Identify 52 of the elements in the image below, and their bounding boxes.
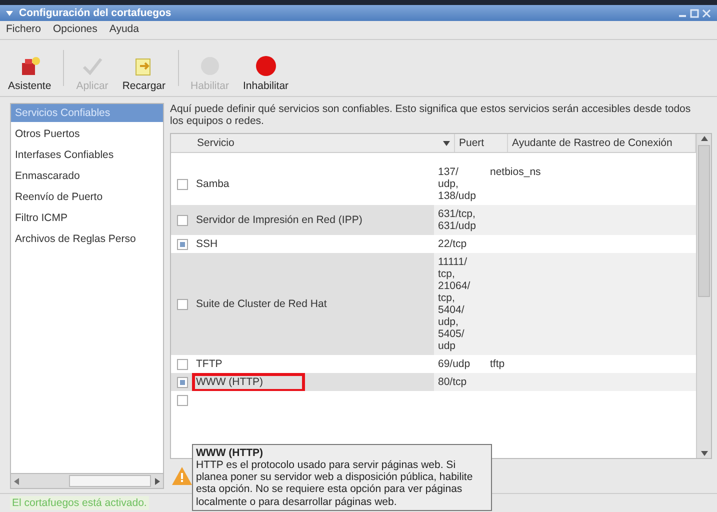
vertical-scrollbar[interactable] [696, 134, 711, 458]
scroll-left-icon[interactable] [14, 478, 19, 484]
table-cell-text: SSH [196, 238, 219, 250]
description-text: Aquí puede definir qué servicios son confiables. Esto significa que estos servicios serán accesibles desde todos los equipos o redes. [170, 103, 692, 127]
checkbox[interactable] [177, 214, 188, 226]
table-cell-text: 137/ udp, 138/udp [437, 165, 477, 204]
sidebar-item[interactable]: Interfases Confiables [11, 146, 163, 164]
toolbar-button[interactable]: Recargar [120, 55, 168, 92]
table-cell: tftp [490, 358, 505, 370]
menu-item[interactable]: Fichero [6, 23, 42, 37]
sidebar-item[interactable]: Archivos de Reglas Perso [11, 230, 163, 248]
status-text: El cortafuegos está activado. [10, 496, 149, 510]
close-icon[interactable] [702, 8, 711, 18]
table-cell-text: 80/tcp [437, 375, 468, 390]
maximize-icon[interactable] [690, 8, 699, 18]
scroll-down-icon[interactable] [700, 451, 708, 456]
table-cell-text: 11111/ tcp, 21064/ tcp, 5404/ udp, 5405/ udp [437, 255, 472, 354]
sidebar-item[interactable]: Reenvío de Puerto [11, 188, 163, 206]
menu-item[interactable]: Ayuda [109, 23, 139, 37]
checkbox[interactable] [177, 358, 188, 370]
tooltip-title: WWW (HTTP) [196, 446, 264, 459]
column-header[interactable]: Puert [455, 134, 508, 152]
table-cell-text: 631/tcp, 631/udp [437, 207, 477, 234]
sort-arrow-icon [443, 140, 450, 146]
toolbar-button[interactable]: Asistente [6, 55, 54, 92]
sidebar-item[interactable]: Filtro ICMP [11, 209, 163, 227]
checkbox[interactable] [177, 394, 188, 406]
column-header[interactable]: Servicio [171, 134, 455, 152]
toolbar-button[interactable]: Inhabilitar [241, 55, 291, 92]
stop-icon [254, 55, 277, 77]
table-cell-text: Suite de Cluster de Red Hat [196, 298, 328, 310]
table-cell-text: 69/udp [437, 357, 472, 372]
tooltip-text: HTTP es el protocolo usado para servir páginas web. Si planea poner su servidor web a disposición pública, habilite esta opción. No se requiere esta opción para ver páginas localmente o para desarrollar páginas web. [196, 458, 473, 508]
warning-icon [172, 467, 192, 485]
sidebar-item[interactable]: Otros Puertos [11, 125, 163, 143]
window-title: Configuración del cortafuegos [19, 7, 172, 19]
checkbox[interactable] [177, 376, 188, 388]
menu-item[interactable]: Opciones [53, 23, 98, 37]
table-cell-text: 22/tcp [437, 237, 468, 252]
menu-icon[interactable] [6, 10, 13, 16]
table-cell-text: Servidor de Impresión en Red (IPP) [196, 214, 364, 226]
checkbox[interactable] [177, 178, 188, 190]
horizontal-scrollbar[interactable] [11, 473, 163, 488]
checkbox[interactable] [177, 298, 188, 310]
sidebar-item[interactable]: Enmascarado [11, 167, 163, 185]
table-cell: netbios_ns [490, 166, 541, 178]
checkmark-icon [81, 55, 104, 77]
table-cell-text: TFTP [196, 358, 224, 370]
table-cell-text: Samba [196, 178, 230, 190]
checkbox[interactable] [177, 238, 188, 250]
scroll-right-icon[interactable] [155, 478, 160, 484]
scroll-up-icon[interactable] [700, 136, 708, 141]
